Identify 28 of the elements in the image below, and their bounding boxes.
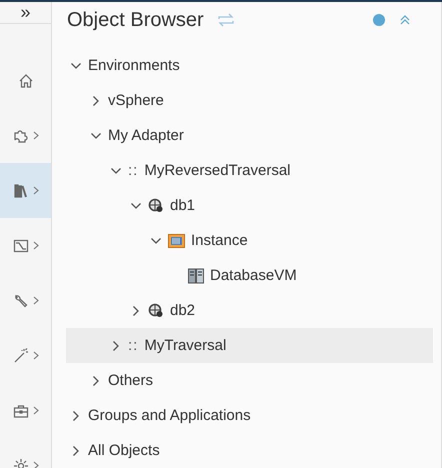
panel-title: Object Browser <box>67 8 204 32</box>
tree-label: vSphere <box>108 92 164 109</box>
tree-label: Groups and Applications <box>88 407 251 424</box>
tree-label: MyTraversal <box>144 337 226 354</box>
tree-row[interactable]: Groups and Applications <box>66 398 433 433</box>
tree-row[interactable]: db2 <box>66 293 433 328</box>
expand-sidebar-button[interactable]: » <box>0 2 51 24</box>
tree-row[interactable]: db1 <box>66 188 433 223</box>
tree-label: My Adapter <box>108 127 184 144</box>
tree-row[interactable]: Instance <box>66 223 433 258</box>
tree-label: DatabaseVM <box>210 267 297 284</box>
traversal-marker: :: <box>128 337 138 354</box>
tree-label: Instance <box>191 232 248 249</box>
tree-row[interactable]: Environments <box>66 48 433 83</box>
tree-row[interactable]: :: MyReversedTraversal <box>66 153 433 188</box>
tree-label: Others <box>108 372 154 389</box>
tree-label: db1 <box>170 197 196 214</box>
tree-row[interactable]: All Objects <box>66 433 433 468</box>
tree-row[interactable]: Others <box>66 363 433 398</box>
tree-row[interactable]: :: MyTraversal <box>66 328 433 363</box>
tree-row[interactable]: vSphere <box>66 83 433 118</box>
traversal-marker: :: <box>128 162 138 179</box>
tree-label: All Objects <box>88 442 160 459</box>
tree-row[interactable]: My Adapter <box>66 118 433 153</box>
tree-label: MyReversedTraversal <box>144 162 290 179</box>
tree-label: Environments <box>88 57 180 74</box>
tree-row[interactable]: DatabaseVM <box>66 258 433 293</box>
tree-label: db2 <box>170 302 196 319</box>
